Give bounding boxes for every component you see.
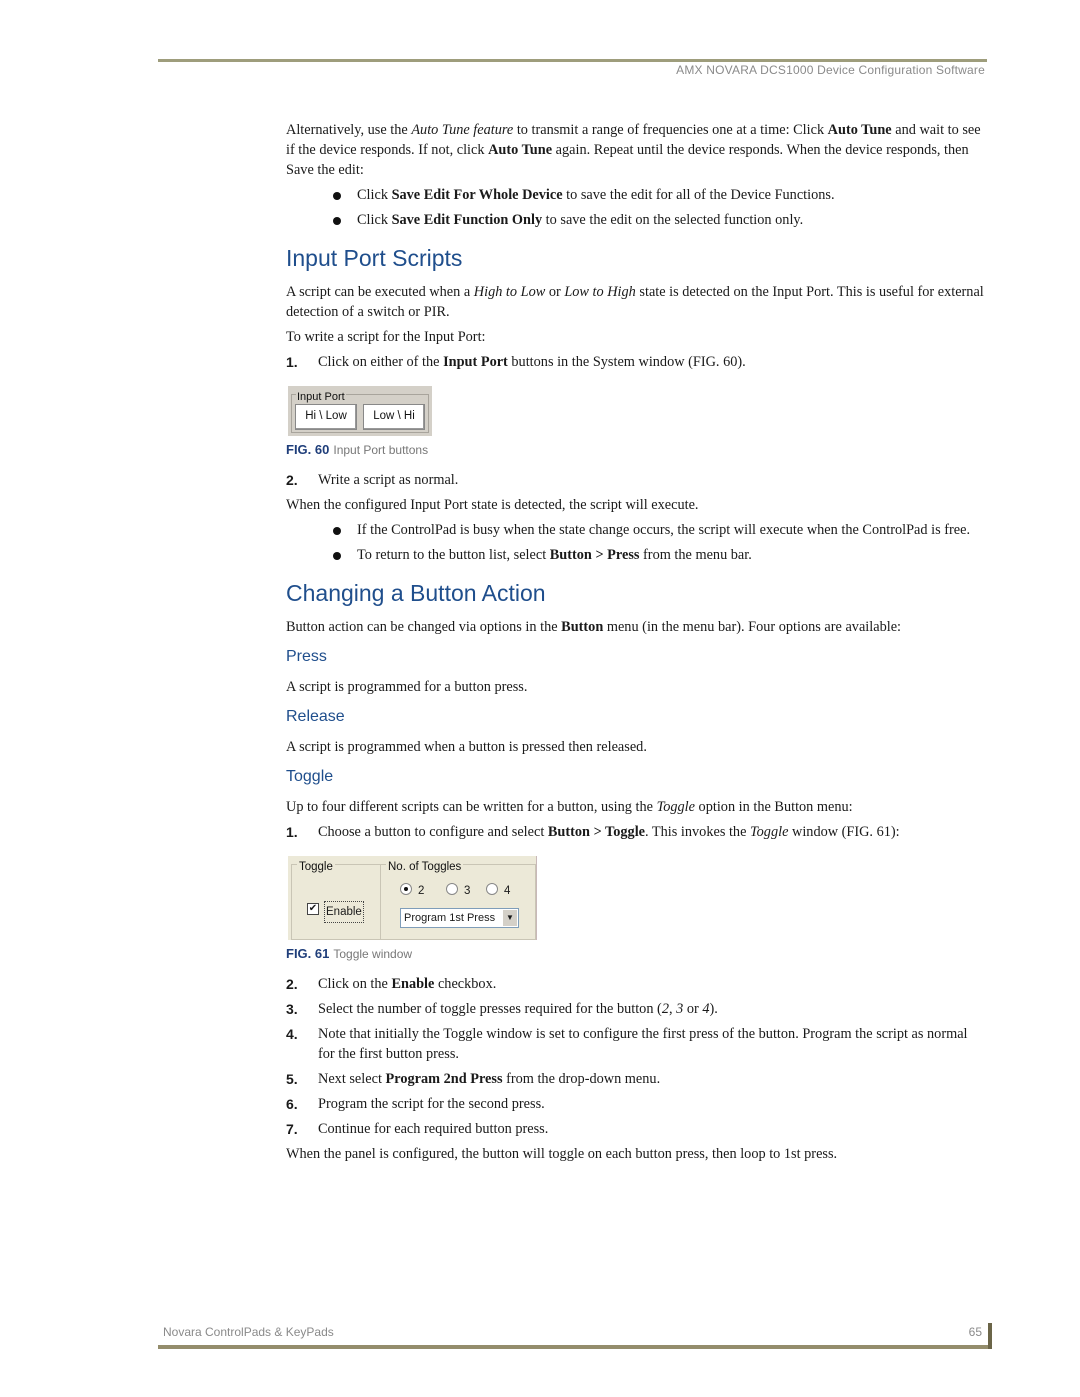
footer-rule [158,1345,992,1349]
step-item: 1. Click on either of the Input Port butt… [286,354,746,370]
bullet-icon [333,527,341,535]
footer-title: Novara ControlPads & KeyPads [163,1325,334,1339]
groupbox-label: No. of Toggles [386,857,464,877]
radio-2[interactable] [400,883,412,895]
page-body: Alternatively, use the Auto Tune feature… [286,120,986,1169]
enable-checkbox[interactable]: ✔ [307,903,319,915]
chevron-down-icon[interactable]: ▼ [503,910,517,926]
radio-3-label: 3 [464,885,471,897]
figure-caption: FIG. 61 Toggle window [286,946,413,961]
bullet-item: To return to the button list, select But… [286,545,986,565]
bullet-icon [333,217,341,225]
figure-input-port-buttons: Input Port Hi \ Low Low \ Hi [288,386,432,436]
radio-4-label: 4 [504,885,511,897]
step-item: 4. Note that initially the Toggle window … [286,1026,968,1062]
intro-paragraph: Alternatively, use the Auto Tune feature… [286,122,981,178]
step-item: 6. Program the script for the second pres… [286,1096,545,1112]
bullet-item: Click Save Edit For Whole Device to save… [286,185,986,205]
paragraph: Up to four different scripts can be writ… [286,799,853,815]
page-number: 65 [968,1325,982,1339]
radio-4[interactable] [486,883,498,895]
figure-toggle-window: Toggle No. of Toggles ✔ Enable 2 3 4 Pro… [288,856,537,940]
bullet-icon [333,552,341,560]
radio-2-label: 2 [418,885,425,897]
step-item: 2. Click on the Enable checkbox. [286,976,497,992]
bullet-item: If the ControlPad is busy when the state… [286,520,986,540]
step-item: 3. Select the number of toggle presses re… [286,1001,718,1017]
paragraph: A script is programmed when a button is … [286,739,647,755]
section-heading-changing-button-action: Changing a Button Action [286,580,546,606]
subheading-release: Release [286,708,345,725]
footer-tick [988,1323,992,1349]
groupbox-label: Toggle [297,857,335,877]
step-item: 7. Continue for each required button pres… [286,1121,549,1137]
subheading-toggle: Toggle [286,768,334,785]
radio-3[interactable] [446,883,458,895]
figure-caption: FIG. 60 Input Port buttons [286,442,429,457]
low-hi-button[interactable]: Low \ Hi [363,404,425,430]
closing-paragraph: When the panel is configured, the button… [286,1146,838,1162]
section-heading-input-port: Input Port Scripts [286,245,463,271]
bullet-icon [333,192,341,200]
paragraph: A script is programmed for a button pres… [286,679,528,695]
subheading-press: Press [286,648,327,665]
paragraph: When the configured Input Port state is … [286,497,699,513]
bullet-item: Click Save Edit Function Only to save th… [286,210,986,230]
hi-low-button[interactable]: Hi \ Low [295,404,357,430]
paragraph: Button action can be changed via options… [286,619,902,635]
step-item: 5. Next select Program 2nd Press from the… [286,1071,661,1087]
running-header: AMX NOVARA DCS1000 Device Configuration … [676,63,985,77]
step-item: 2. Write a script as normal. [286,472,459,488]
enable-label[interactable]: Enable [324,901,364,923]
paragraph: To write a script for the Input Port: [286,329,486,345]
press-dropdown[interactable]: Program 1st Press ▼ [400,908,519,928]
paragraph: A script can be executed when a High to … [286,284,984,320]
header-rule [158,59,987,62]
step-item: 1. Choose a button to configure and selec… [286,824,900,840]
